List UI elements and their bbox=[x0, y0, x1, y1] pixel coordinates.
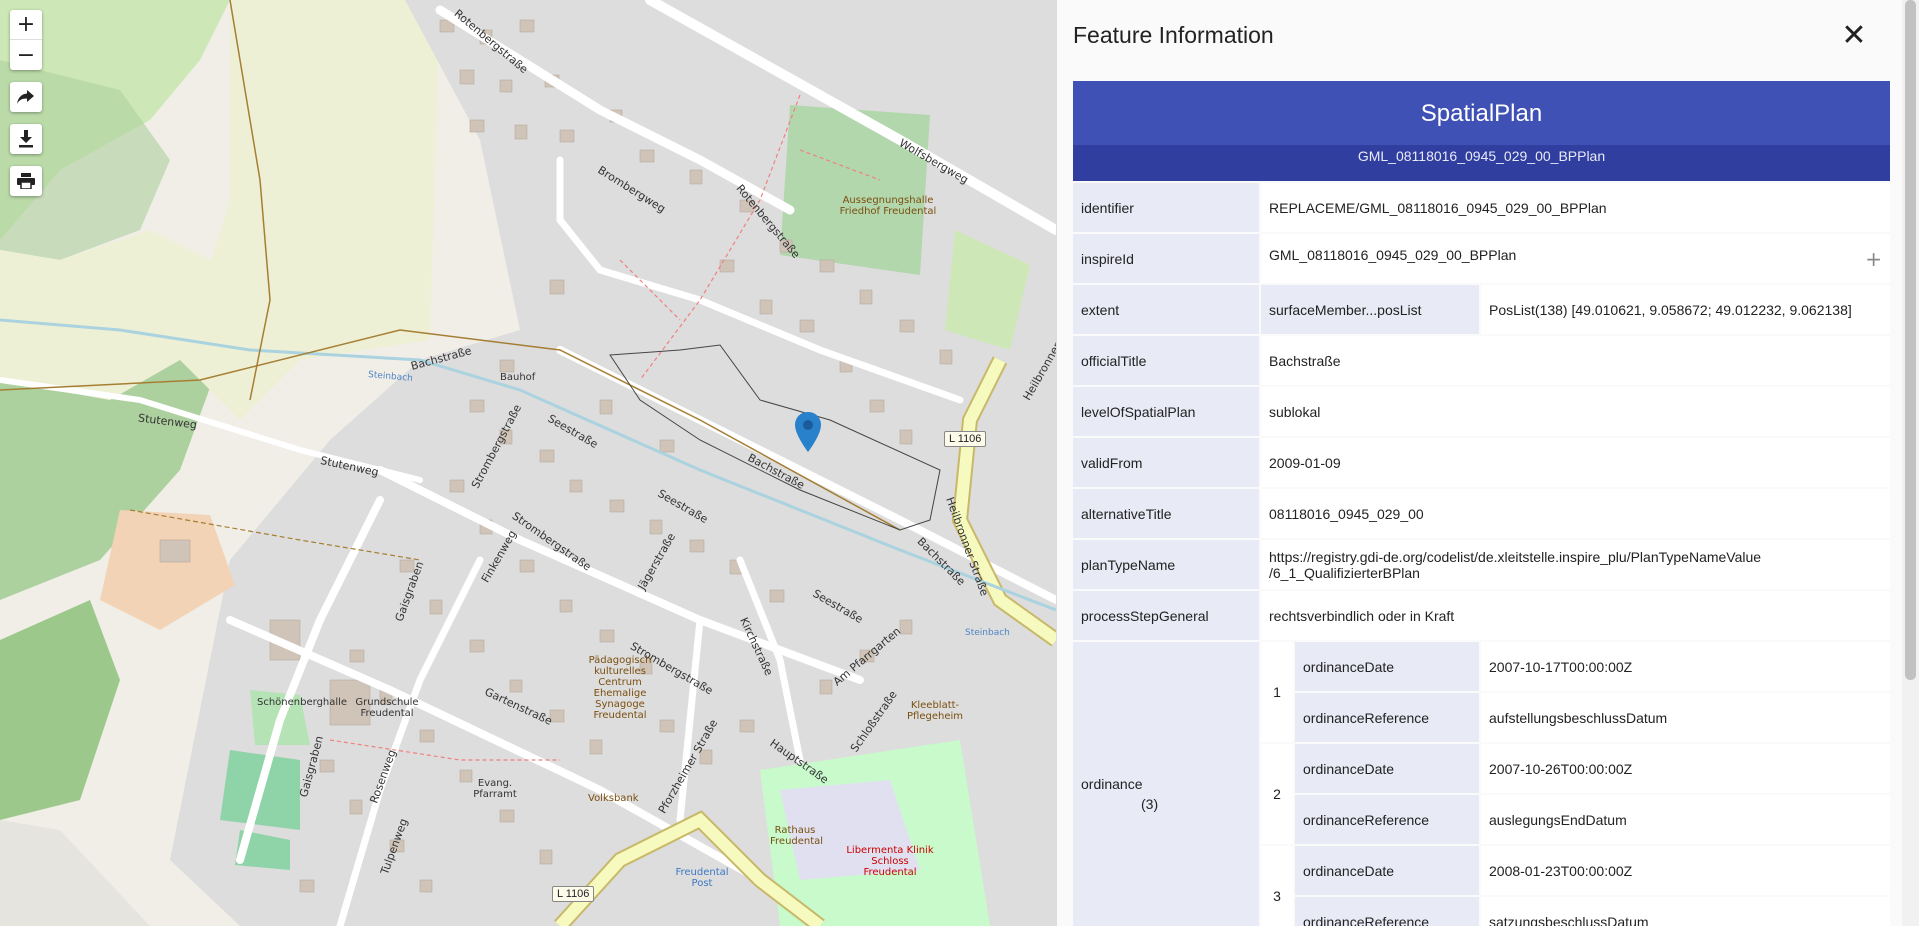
ordinance-ref-value: auslegungsEndDatum bbox=[1481, 795, 1890, 844]
close-button[interactable]: ✕ bbox=[1839, 17, 1869, 53]
property-key: levelOfSpatialPlan bbox=[1073, 387, 1259, 436]
table-row: alternativeTitle 08118016_0945_029_00 bbox=[1073, 489, 1890, 538]
table-row: inspireId GML_08118016_0945_029_00_BPPla… bbox=[1073, 234, 1890, 283]
poi-bauhof: Bauhof bbox=[500, 372, 536, 383]
plan-type-link-line2[interactable]: /6_1_QualifizierterBPlan bbox=[1269, 565, 1420, 581]
property-key: identifier bbox=[1073, 183, 1259, 232]
road-shield: L 1106 bbox=[944, 431, 987, 447]
plan-type-link-line1[interactable]: https://registry.gdi-de.org/codelist/de.… bbox=[1269, 549, 1761, 565]
level-link[interactable]: sublokal bbox=[1261, 387, 1890, 436]
poi-pfarramt: Evang. Pfarramt bbox=[473, 778, 517, 800]
ordinance-ref-value: aufstellungsbeschlussDatum bbox=[1481, 693, 1890, 742]
ordinance-ref-key: ordinanceReference bbox=[1295, 693, 1479, 742]
poi-rathaus: Rathaus Freudental bbox=[770, 825, 824, 847]
property-key: validFrom bbox=[1073, 438, 1259, 487]
property-subkey: surfaceMember...posList bbox=[1261, 285, 1479, 334]
process-step-link[interactable]: rechtsverbindlich oder in Kraft bbox=[1261, 591, 1890, 640]
feature-id-subheader: GML_08118016_0945_029_00_BPPlan bbox=[1073, 145, 1890, 181]
ordinance-date-value: 2007-10-26T00:00:00Z bbox=[1481, 744, 1890, 793]
table-row: extent surfaceMember...posList PosList(1… bbox=[1073, 285, 1890, 334]
zoom-control: + − bbox=[10, 10, 42, 70]
close-x-icon: ✕ bbox=[1841, 17, 1867, 53]
poi-post: Freudental Post bbox=[675, 867, 729, 889]
property-key: officialTitle bbox=[1073, 336, 1259, 385]
map-controls: + − bbox=[10, 10, 42, 208]
plan-type-link[interactable]: https://registry.gdi-de.org/codelist/de.… bbox=[1261, 540, 1890, 589]
ordinance-index: 1 bbox=[1261, 642, 1293, 742]
property-value: Bachstraße bbox=[1261, 336, 1890, 385]
printer-icon bbox=[17, 173, 35, 189]
share-arrow-icon bbox=[17, 90, 34, 104]
ordinance-date-key: ordinanceDate bbox=[1295, 744, 1479, 793]
scrollbar-thumb[interactable] bbox=[1905, 0, 1916, 680]
property-value: GML_08118016_0945_029_00_BPPlan + bbox=[1261, 234, 1890, 283]
property-key: processStepGeneral bbox=[1073, 591, 1259, 640]
share-button[interactable] bbox=[10, 82, 42, 112]
feature-type-header: SpatialPlan bbox=[1073, 81, 1890, 145]
map-view[interactable]: Rotenbergstraße Brombergweg Rotenbergstr… bbox=[0, 0, 1056, 926]
table-row: planTypeName https://registry.gdi-de.org… bbox=[1073, 540, 1890, 589]
feature-card: SpatialPlan GML_08118016_0945_029_00_BPP… bbox=[1073, 81, 1890, 926]
ordinance-ref-key: ordinanceReference bbox=[1295, 897, 1479, 926]
poi-schoenenberghalle: Schönenberghalle bbox=[257, 697, 348, 708]
poi-volksbank: Volksbank bbox=[588, 793, 639, 804]
table-row: levelOfSpatialPlan sublokal bbox=[1073, 387, 1890, 436]
ordinance-date-value: 2007-10-17T00:00:00Z bbox=[1481, 642, 1890, 691]
property-key: inspireId bbox=[1073, 234, 1259, 283]
poi-synagoge: Pädagogisch kulturelles Centrum Ehemalig… bbox=[588, 655, 652, 721]
table-row: officialTitle Bachstraße bbox=[1073, 336, 1890, 385]
map-canvas bbox=[0, 0, 1056, 926]
property-value: REPLACEME/GML_08118016_0945_029_00_BPPla… bbox=[1261, 183, 1890, 232]
ordinance-index: 3 bbox=[1261, 846, 1293, 926]
ordinance-ref-key: ordinanceReference bbox=[1295, 795, 1479, 844]
inspire-id-value: GML_08118016_0945_029_00_BPPlan bbox=[1269, 246, 1517, 263]
property-key: planTypeName bbox=[1073, 540, 1259, 589]
property-value: PosList(138) [49.010621, 9.058672; 49.01… bbox=[1481, 285, 1890, 334]
feature-info-panel: Feature Information ✕ SpatialPlan GML_08… bbox=[1056, 0, 1919, 926]
property-value: 08118016_0945_029_00 bbox=[1261, 489, 1890, 538]
properties-table: identifier REPLACEME/GML_08118016_0945_0… bbox=[1071, 181, 1892, 926]
road-shield: L 1106 bbox=[552, 886, 595, 902]
ordinance-key: ordinance bbox=[1081, 776, 1143, 792]
table-row: processStepGeneral rechtsverbindlich ode… bbox=[1073, 591, 1890, 640]
ordinance-ref-value: satzungsbeschlussDatum bbox=[1481, 897, 1890, 926]
property-key: alternativeTitle bbox=[1073, 489, 1259, 538]
poi-friedhof: Aussegnungshalle Friedhof Freudental bbox=[839, 195, 937, 217]
location-marker-icon[interactable] bbox=[795, 412, 821, 452]
panel-header: Feature Information ✕ bbox=[1057, 0, 1919, 70]
ordinance-count: (3) bbox=[1141, 796, 1159, 812]
zoom-out-button[interactable]: − bbox=[10, 40, 42, 70]
property-key: extent bbox=[1073, 285, 1259, 334]
table-row: ordinance (3) 1 ordinanceDate 2007-10-17… bbox=[1073, 642, 1890, 926]
table-row: validFrom 2009-01-09 bbox=[1073, 438, 1890, 487]
ordinance-date-value: 2008-01-23T00:00:00Z bbox=[1481, 846, 1890, 895]
table-row: identifier REPLACEME/GML_08118016_0945_0… bbox=[1073, 183, 1890, 232]
print-button[interactable] bbox=[10, 166, 42, 196]
download-button[interactable] bbox=[10, 124, 42, 154]
ordinance-date-key: ordinanceDate bbox=[1295, 642, 1479, 691]
download-icon bbox=[19, 130, 33, 148]
poi-grundschule: Grundschule Freudental bbox=[355, 697, 419, 719]
ordinance-index: 2 bbox=[1261, 744, 1293, 844]
panel-scrollbar[interactable] bbox=[1902, 0, 1919, 926]
property-value: 2009-01-09 bbox=[1261, 438, 1890, 487]
street-label: Steinbach bbox=[965, 628, 1010, 638]
property-key: ordinance (3) bbox=[1073, 642, 1259, 926]
panel-title: Feature Information bbox=[1073, 21, 1274, 48]
poi-pflegeheim: Kleeblatt-Pflegeheim bbox=[907, 700, 963, 722]
expand-plus-icon[interactable]: + bbox=[1865, 247, 1882, 271]
zoom-in-button[interactable]: + bbox=[10, 10, 42, 40]
poi-klinik: Libermenta Klinik Schloss Freudental bbox=[846, 845, 934, 878]
ordinance-date-key: ordinanceDate bbox=[1295, 846, 1479, 895]
